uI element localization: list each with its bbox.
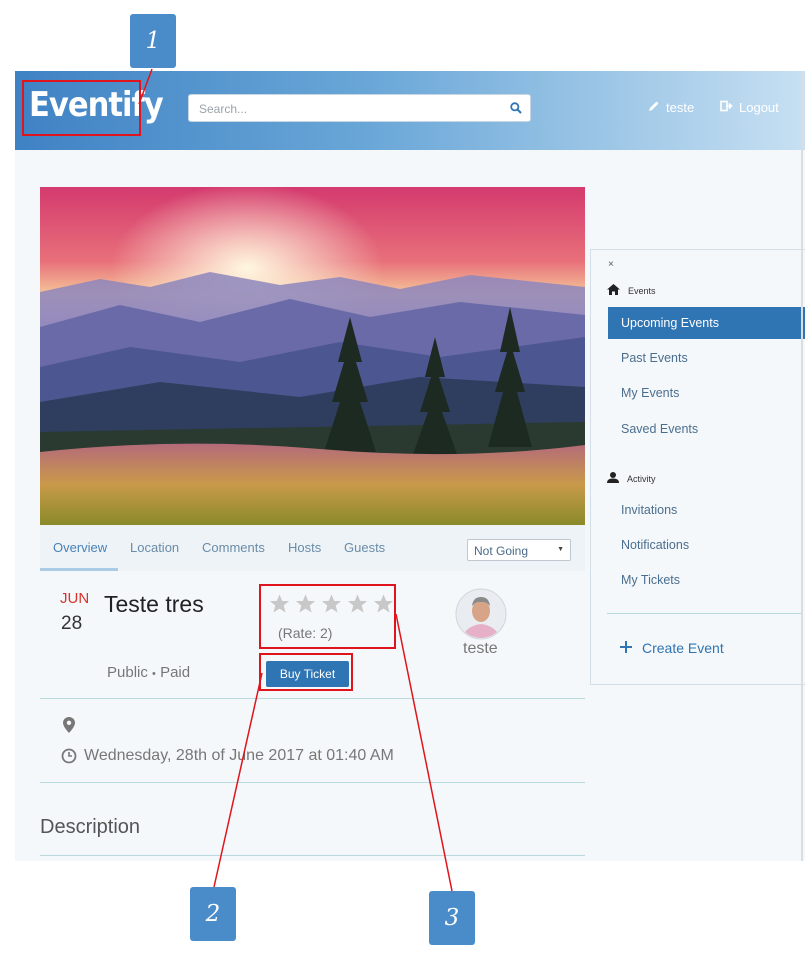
home-icon <box>607 284 620 297</box>
activity-section-heading: Activity <box>607 472 656 485</box>
app-window: Eventify teste Logout <box>15 71 805 861</box>
sidebar-item-saved-events[interactable]: Saved Events <box>608 413 805 445</box>
event-datetime: Wednesday, 28th of June 2017 at 01:40 AM <box>84 747 394 764</box>
plus-icon <box>620 640 632 656</box>
create-event-label: Create Event <box>642 640 724 656</box>
sidebar-item-my-tickets[interactable]: My Tickets <box>608 564 805 596</box>
profile-link-label: teste <box>666 100 695 115</box>
callout-marker-3: 3 <box>429 891 475 945</box>
logout-link-label: Logout <box>739 100 779 115</box>
event-day: 28 <box>61 613 83 634</box>
activity-heading-label: Activity <box>627 473 656 484</box>
sidebar-divider <box>607 613 802 614</box>
close-icon[interactable]: × <box>608 259 614 270</box>
tab-guests[interactable]: Guests <box>344 540 385 555</box>
logout-link[interactable]: Logout <box>720 100 779 115</box>
search-icon[interactable] <box>510 101 522 119</box>
rsvp-select[interactable]: Not Going ▼ <box>467 539 571 561</box>
sidebar-item-past-events[interactable]: Past Events <box>608 342 805 374</box>
create-event-button[interactable]: Create Event <box>620 640 724 656</box>
tab-comments[interactable]: Comments <box>202 540 265 555</box>
event-title: Teste tres <box>104 591 204 617</box>
sidebar-item-invitations[interactable]: Invitations <box>608 494 805 526</box>
window-edge <box>801 71 803 861</box>
tab-overview[interactable]: Overview <box>53 540 107 555</box>
map-marker-icon <box>63 717 75 738</box>
meta-separator: • <box>152 668 156 680</box>
divider <box>40 782 585 783</box>
highlight-box-buy-ticket <box>259 653 353 691</box>
tab-hosts[interactable]: Hosts <box>288 540 321 555</box>
divider <box>40 855 585 856</box>
search-input[interactable] <box>197 99 501 119</box>
event-tabs: Overview Location Comments Hosts Guests … <box>40 525 585 571</box>
sidebar-menu: × Events Upcoming Events Past Events My … <box>590 249 805 685</box>
sidebar-item-my-events[interactable]: My Events <box>608 377 805 409</box>
profile-link[interactable]: teste <box>648 100 694 115</box>
description-heading: Description <box>40 816 141 838</box>
highlight-box-logo <box>22 80 141 136</box>
event-meta: Public • Paid <box>107 664 190 681</box>
callout-marker-1: 1 <box>130 14 176 68</box>
sidebar-item-upcoming-events[interactable]: Upcoming Events <box>608 307 805 339</box>
sidebar-item-notifications[interactable]: Notifications <box>608 529 805 561</box>
pencil-icon <box>648 100 660 115</box>
events-heading-label: Events <box>628 285 656 296</box>
rsvp-selected-value: Not Going <box>474 544 529 558</box>
event-month: JUN <box>60 590 90 607</box>
highlight-box-rating <box>259 584 396 649</box>
active-tab-indicator <box>40 568 118 571</box>
host-avatar[interactable] <box>455 588 507 640</box>
search-box[interactable] <box>188 94 531 122</box>
pricing-label: Paid <box>160 664 191 681</box>
divider <box>40 698 585 699</box>
events-section-heading: Events <box>607 284 656 297</box>
event-cover-image <box>40 187 585 525</box>
visibility-label: Public <box>107 664 148 681</box>
host-name[interactable]: teste <box>463 640 498 658</box>
callout-marker-2: 2 <box>190 887 236 941</box>
caret-down-icon: ▼ <box>557 546 564 553</box>
user-icon <box>607 472 619 485</box>
clock-icon <box>61 748 77 769</box>
logout-icon <box>720 100 733 115</box>
tab-location[interactable]: Location <box>130 540 179 555</box>
